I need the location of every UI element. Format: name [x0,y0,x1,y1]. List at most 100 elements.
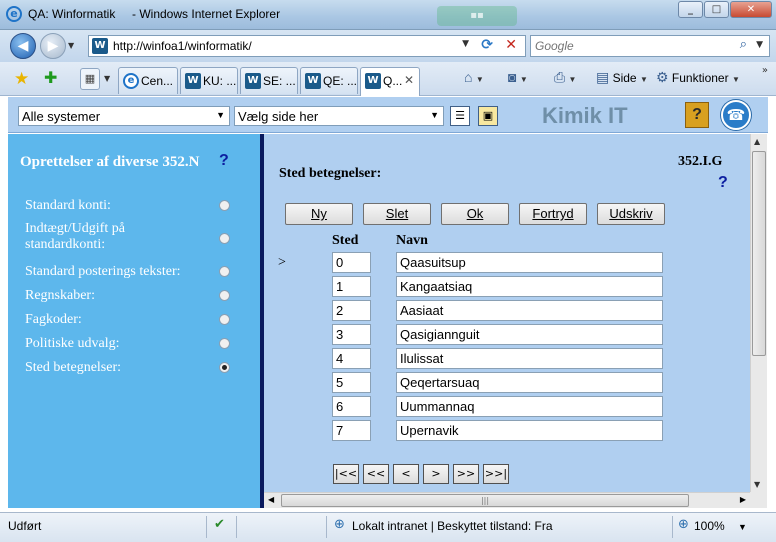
ok-button[interactable]: Ok [441,203,509,225]
navn-cell[interactable]: Qeqertarsuaq [396,372,663,393]
sidebar-item-indtaegt-udgift[interactable]: Indtægt/Udgift på standardkonti: [25,221,205,253]
background-window-ghost-icon: ▪▪ [437,6,517,26]
search-input[interactable] [535,38,725,54]
next-page-button[interactable]: >> [453,464,479,484]
tab-list-dropdown-icon[interactable]: ▼ [104,74,110,83]
system-select-value: Alle systemer [22,109,101,124]
horizontal-scroll-thumb[interactable]: ||| [281,494,689,507]
refresh-icon[interactable]: ⟳ [481,37,493,53]
system-select[interactable]: Alle systemer ▼ [18,106,230,126]
favorites-star-icon[interactable]: ★ [14,69,29,89]
radio-sted-betegnelser[interactable] [219,362,230,373]
sted-cell[interactable]: 2 [332,300,371,321]
page-select[interactable]: Vælg side her ▼ [234,106,444,126]
sted-cell[interactable]: 1 [332,276,371,297]
navn-cell[interactable]: Ilulissat [396,348,663,369]
navn-cell[interactable]: Upernavik [396,420,663,441]
tab-qe[interactable]: W QE: ... [300,67,358,94]
home-button[interactable]: ⌂ ▼ [464,69,484,85]
previous-record-button[interactable]: < [393,464,419,484]
zoom-dropdown-icon[interactable]: ▼ [738,522,747,532]
tab-label: SE: ... [263,74,296,88]
print-list-button[interactable]: Udskriv [597,203,665,225]
sidebar-item-standard-posterings-tekster[interactable]: Standard posterings tekster: [25,264,181,280]
zoom-icon: ⊕ [678,517,689,532]
navn-cell[interactable]: Qaasuitsup [396,252,663,273]
address-dropdown-icon[interactable]: ▼ [462,39,469,49]
winformatik-tab-icon: W [305,73,321,89]
maximize-button[interactable]: □ [704,1,729,18]
tab-ku[interactable]: W KU: ... [180,67,238,94]
tab-se[interactable]: W SE: ... [240,67,298,94]
stop-icon[interactable]: ✕ [505,37,517,53]
radio-standard-konti[interactable] [219,200,230,211]
sted-cell[interactable]: 0 [332,252,371,273]
tab-qa-active[interactable]: W Q... ✕ [360,67,420,96]
page-code: 352.I.G [678,154,723,169]
sted-cell[interactable]: 5 [332,372,371,393]
search-options-dropdown-icon[interactable]: ▼ [756,40,763,50]
last-record-button[interactable]: >>| [483,464,509,484]
intranet-zone-icon: ⊕ [334,517,345,532]
zoom-level[interactable]: 100% [694,519,725,533]
help-book-icon[interactable]: ? [685,102,709,128]
vertical-scrollbar[interactable]: ▲ ▼ [750,134,767,492]
sted-cell[interactable]: 7 [332,420,371,441]
print-button[interactable]: ⎙ ▼ [554,69,576,86]
close-tab-icon[interactable]: ✕ [404,73,414,87]
back-button[interactable]: ◀ [10,33,36,59]
security-zone-text[interactable]: Lokalt intranet | Beskyttet tilstand: Fr… [352,519,553,533]
quick-tabs-icon[interactable]: ▦ [80,68,100,90]
sted-cell[interactable]: 3 [332,324,371,345]
sidebar-help-icon[interactable]: ? [219,152,229,170]
new-button[interactable]: Ny [285,203,353,225]
radio-politiske-udvalg[interactable] [219,338,230,349]
first-record-button[interactable]: |<< [333,464,359,484]
scroll-left-icon[interactable]: ◀ [268,495,274,504]
close-window-button[interactable]: ✕ [730,1,772,18]
navn-cell[interactable]: Uummannaq [396,396,663,417]
scroll-down-icon[interactable]: ▼ [754,480,760,489]
navn-cell[interactable]: Kangaatsiaq [396,276,663,297]
minimize-button[interactable]: _ [678,1,703,18]
radio-regnskaber[interactable] [219,290,230,301]
address-url[interactable]: http://winfoa1/winformatik/ [113,39,252,53]
scroll-right-icon[interactable]: ▶ [740,495,746,504]
title-bar: e QA: Winformatik - Windows Internet Exp… [0,0,776,30]
navn-cell[interactable]: Qasigiannguit [396,324,663,345]
add-favorite-icon[interactable]: ✚ [44,68,57,87]
next-record-button[interactable]: > [423,464,449,484]
previous-page-button[interactable]: << [363,464,389,484]
navn-cell[interactable]: Aasiaat [396,300,663,321]
sted-cell[interactable]: 4 [332,348,371,369]
vertical-scroll-thumb[interactable] [752,151,766,356]
phone-contact-icon[interactable]: ☎ [721,100,751,130]
feeds-button[interactable]: ◙ ▼ [508,69,528,85]
delete-button[interactable]: Slet [363,203,431,225]
sted-cell[interactable]: 6 [332,396,371,417]
horizontal-scrollbar[interactable]: ◀ ||| ▶ [264,492,750,508]
sidebar-item-regnskaber[interactable]: Regnskaber: [25,288,95,304]
page-menu-button[interactable]: ▤ Side ▼ [596,69,648,86]
sidebar-item-fagkoder[interactable]: Fagkoder: [25,312,82,328]
list-view-icon[interactable]: ☰ [450,106,470,126]
search-icon[interactable]: ⌕ [740,37,747,52]
toolbar-overflow-chevron-icon[interactable]: » [762,65,768,76]
radio-fagkoder[interactable] [219,314,230,325]
window-view-icon[interactable]: ▣ [478,106,498,126]
address-bar[interactable]: W http://winfoa1/winformatik/ ▼ ⟳ ✕ [88,35,526,57]
forward-button[interactable]: ▶ [40,33,66,59]
sidebar-item-politiske-udvalg[interactable]: Politiske udvalg: [25,336,120,352]
tab-cen[interactable]: e Cen... [118,67,178,94]
page-help-icon[interactable]: ? [718,174,728,192]
sidebar-item-standard-konti[interactable]: Standard konti: [25,198,111,214]
tools-menu-button[interactable]: ⚙ Funktioner ▼ [656,69,740,86]
radio-indtaegt-udgift[interactable] [219,233,230,244]
history-dropdown-icon[interactable]: ▼ [68,41,74,50]
sidebar: Oprettelser af diverse 352.N ? Standard … [8,134,260,508]
scroll-up-icon[interactable]: ▲ [754,137,760,146]
cancel-button[interactable]: Fortryd [519,203,587,225]
status-text: Udført [8,519,42,533]
sidebar-item-sted-betegnelser[interactable]: Sted betegnelser: [25,360,121,376]
radio-standard-posterings-tekster[interactable] [219,266,230,277]
